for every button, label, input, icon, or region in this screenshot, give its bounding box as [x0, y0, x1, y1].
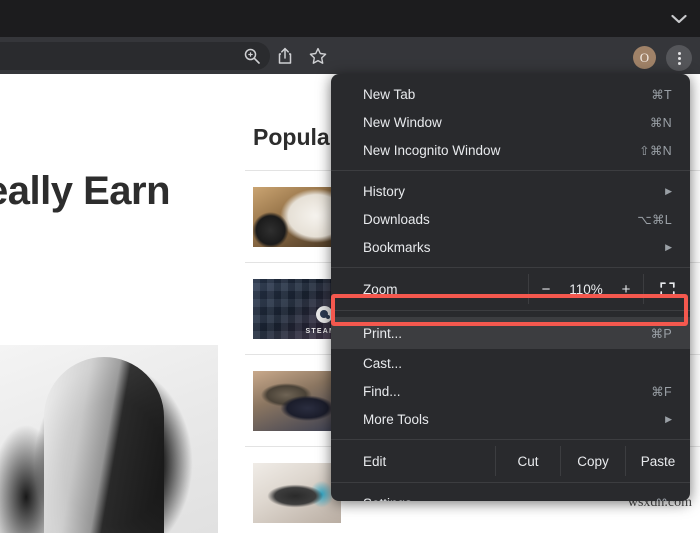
menu-divider	[331, 170, 690, 171]
share-icon[interactable]	[276, 47, 294, 65]
steam-thumbnail: STEAM	[253, 279, 341, 339]
avatar[interactable]: O	[633, 46, 656, 69]
menu-item-bookmarks[interactable]: Bookmarks ▶	[331, 233, 690, 261]
cut-button[interactable]: Cut	[495, 446, 560, 476]
menu-divider	[331, 310, 690, 311]
menu-divider	[331, 267, 690, 268]
browser-toolbar	[0, 37, 700, 74]
menu-item-shortcut: ⌘,	[655, 496, 672, 502]
kebab-dot	[678, 52, 681, 55]
chevron-right-icon: ▶	[665, 243, 672, 252]
menu-divider	[331, 482, 690, 483]
kebab-dot	[678, 62, 681, 65]
menu-item-label: Print...	[363, 326, 651, 341]
zoom-in-button[interactable]: +	[617, 281, 635, 298]
menu-item-shortcut: ⌘P	[651, 326, 672, 341]
menu-item-shortcut: ⌘T	[651, 87, 672, 102]
menu-item-new-window[interactable]: New Window ⌘N	[331, 108, 690, 136]
menu-item-cast[interactable]: Cast...	[331, 349, 690, 377]
menu-item-settings[interactable]: Settings ⌘,	[331, 489, 690, 501]
chevron-right-icon: ▶	[665, 415, 672, 424]
zoom-controls: − 110% +	[528, 274, 643, 304]
zoom-label: Zoom	[331, 274, 528, 304]
zoom-search-icon[interactable]	[243, 47, 261, 65]
edit-label: Edit	[331, 446, 495, 476]
bookmark-star-icon[interactable]	[309, 47, 327, 65]
fullscreen-expand-icon[interactable]	[643, 274, 690, 304]
hero-photo-detail	[44, 357, 164, 533]
chevron-down-icon[interactable]	[668, 8, 690, 30]
hero-photo	[0, 345, 218, 533]
chevron-right-icon: ▶	[665, 187, 672, 196]
zoom-level-value: 110%	[567, 282, 605, 297]
zoom-out-button[interactable]: −	[537, 281, 555, 298]
chrome-main-menu: New Tab ⌘T New Window ⌘N New Incognito W…	[331, 74, 690, 501]
menu-item-label: New Window	[363, 115, 650, 130]
menu-divider	[331, 439, 690, 440]
menu-item-label: New Incognito Window	[363, 143, 639, 158]
menu-item-label: More Tools	[363, 412, 665, 427]
menu-row-zoom: Zoom − 110% +	[331, 274, 690, 304]
menu-item-print[interactable]: Print... ⌘P	[331, 317, 690, 349]
paste-button[interactable]: Paste	[625, 446, 690, 476]
kebab-dot	[678, 57, 681, 60]
menu-item-shortcut: ⇧⌘N	[639, 143, 672, 158]
menu-item-label: Bookmarks	[363, 240, 665, 255]
menu-item-label: Cast...	[363, 356, 672, 371]
menu-item-new-incognito-window[interactable]: New Incognito Window ⇧⌘N	[331, 136, 690, 164]
controller-thumbnail	[253, 371, 341, 431]
menu-item-downloads[interactable]: Downloads ⌥⌘L	[331, 205, 690, 233]
article-headline: eally Earn	[0, 169, 170, 214]
browser-titlebar	[0, 0, 700, 37]
three-dot-menu-icon[interactable]	[666, 45, 692, 71]
menu-item-label: History	[363, 184, 665, 199]
menu-item-history[interactable]: History ▶	[331, 177, 690, 205]
menu-item-find[interactable]: Find... ⌘F	[331, 377, 690, 405]
address-bar[interactable]	[0, 42, 270, 70]
menu-item-label: Settings	[363, 496, 655, 502]
menu-item-shortcut: ⌘F	[651, 384, 672, 399]
switch-thumbnail	[253, 463, 341, 523]
menu-row-edit: Edit Cut Copy Paste	[331, 446, 690, 476]
headphone-thumbnail	[253, 187, 341, 247]
menu-item-new-tab[interactable]: New Tab ⌘T	[331, 80, 690, 108]
menu-item-shortcut: ⌘N	[650, 115, 672, 130]
menu-item-label: Find...	[363, 384, 651, 399]
menu-item-label: Downloads	[363, 212, 637, 227]
menu-item-shortcut: ⌥⌘L	[637, 212, 672, 227]
menu-item-label: New Tab	[363, 87, 651, 102]
copy-button[interactable]: Copy	[560, 446, 625, 476]
popular-heading: Popular	[253, 124, 339, 151]
menu-item-more-tools[interactable]: More Tools ▶	[331, 405, 690, 433]
